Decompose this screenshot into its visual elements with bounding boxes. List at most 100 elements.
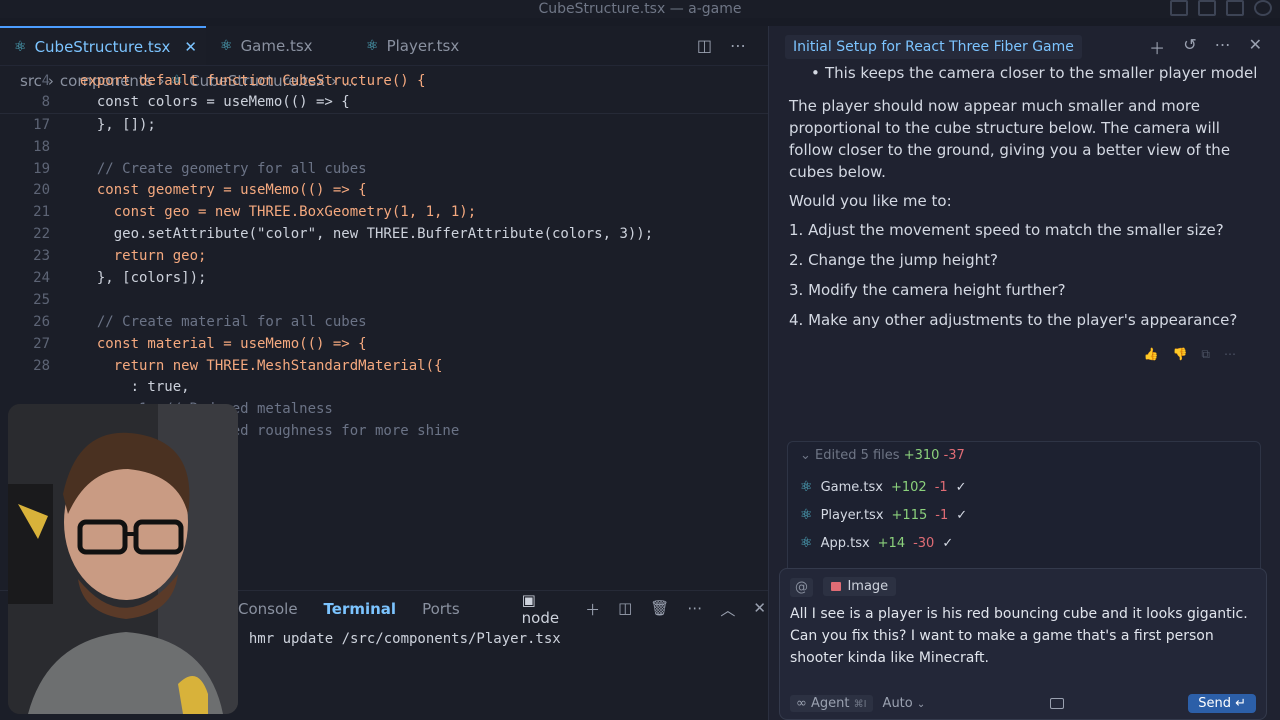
new-chat-icon[interactable]: ＋ — [1149, 35, 1165, 59]
check-icon: ✓ — [942, 535, 954, 551]
edited-files-header[interactable]: ⌄ Edited 5 files +310 -37 — [800, 448, 1248, 463]
file-name: Player.tsx — [820, 507, 884, 523]
context-row: @ Image — [790, 577, 1256, 597]
option-item: 1. Adjust the movement speed to match th… — [789, 221, 1224, 239]
ai-chat-panel: Initial Setup for React Three Fiber Game… — [768, 26, 1280, 720]
chat-header-actions: ＋ ↺ ⋯ ✕ — [1149, 35, 1280, 59]
send-button[interactable]: Send ↵ — [1188, 694, 1256, 713]
tab-player[interactable]: ⚛ Player.tsx — [352, 26, 498, 65]
editor-tabs: ⚛ CubeStructure.tsx ✕ ⚛ Game.tsx ⚛ Playe… — [0, 26, 768, 66]
chat-input-box[interactable]: @ Image All I see is a player is his red… — [779, 568, 1267, 720]
shell-label: node — [521, 609, 560, 627]
code-line: 20 const geometry = useMemo(() => { — [0, 179, 768, 201]
more-actions-icon[interactable]: ⋯ — [687, 599, 702, 620]
app-window: CubeStructure.tsx — a-game ⚛ CubeStructu… — [0, 0, 1280, 720]
edited-file-row[interactable]: ⚛ Player.tsx +115 -1 ✓ — [800, 501, 1248, 529]
tab-ports[interactable]: Ports — [422, 600, 460, 618]
check-icon: ✓ — [955, 479, 967, 495]
chat-title[interactable]: Initial Setup for React Three Fiber Game — [785, 35, 1082, 59]
lines-removed: -37 — [943, 448, 965, 463]
editor-actions: ◫ ⋯ — [697, 26, 768, 65]
model-select[interactable]: Auto ⌄ — [883, 696, 926, 711]
file-lines-added: +14 — [877, 535, 906, 551]
react-file-icon: ⚛ — [800, 479, 813, 495]
line-number: 19 — [33, 160, 50, 177]
assistant-message: This keeps the camera closer to the smal… — [769, 62, 1280, 365]
option-item: 2. Change the jump height? — [789, 251, 999, 269]
code-line: 21 const geo = new THREE.BoxGeometry(1, … — [0, 201, 768, 223]
code-line: 27 const material = useMemo(() => { — [0, 333, 768, 355]
new-terminal-icon[interactable]: ＋ — [585, 599, 600, 620]
copy-icon[interactable]: ⧉ — [1201, 343, 1210, 365]
tab-label: CubeStructure.tsx — [34, 37, 171, 56]
attachment-label: Image — [847, 579, 889, 594]
line-number: 21 — [33, 204, 50, 221]
webcam-overlay — [8, 404, 238, 714]
line-number: 28 — [33, 357, 50, 374]
tab-label: Game.tsx — [240, 36, 313, 55]
webcam-person-image — [8, 404, 238, 714]
model-label: Auto — [882, 696, 913, 711]
tab-cubestructure[interactable]: ⚛ CubeStructure.tsx ✕ — [0, 26, 206, 65]
tab-terminal[interactable]: Terminal — [324, 600, 397, 618]
code-line: : true, — [0, 376, 768, 398]
split-editor-icon[interactable]: ◫ — [697, 36, 712, 55]
more-actions-icon[interactable]: ⋯ — [1215, 35, 1231, 59]
split-terminal-icon[interactable]: ◫ — [618, 599, 632, 620]
terminal-shell-select[interactable]: ▣ node — [522, 591, 559, 627]
react-file-icon: ⚛ — [366, 37, 379, 54]
tab-label: Player.tsx — [386, 36, 460, 55]
close-icon[interactable]: ✕ — [1249, 35, 1262, 59]
toggle-secondary-sidebar-icon[interactable] — [1226, 0, 1244, 16]
mode-label: Agent — [810, 696, 850, 711]
option-item: 3. Modify the camera height further? — [789, 281, 1066, 299]
more-actions-icon[interactable]: ⋯ — [1224, 343, 1236, 365]
thumbs-up-icon[interactable]: 👍 — [1144, 343, 1159, 365]
send-label: Send — [1198, 696, 1231, 711]
edited-file-row[interactable]: ⚛ App.tsx +14 -30 ✓ — [800, 529, 1248, 557]
close-panel-icon[interactable]: ✕ — [753, 599, 766, 620]
react-file-icon: ⚛ — [800, 535, 813, 551]
code-line: 26 // Create material for all cubes — [0, 311, 768, 333]
toggle-panel-icon[interactable] — [1198, 0, 1216, 16]
maximize-panel-icon[interactable]: ︿ — [720, 599, 735, 620]
mode-select[interactable]: ∞ Agent ⌘I — [790, 695, 873, 712]
panel-actions: ＋ ◫ 🗑 ⋯ ︿ ✕ — [585, 599, 790, 620]
code-line: 22 geo.setAttribute("color", new THREE.B… — [0, 223, 768, 245]
message-feedback: 👍 👎 ⧉ ⋯ — [789, 343, 1260, 365]
history-icon[interactable]: ↺ — [1183, 35, 1196, 59]
chat-input-text[interactable]: All I see is a player is his red bouncin… — [790, 603, 1256, 669]
code-text: return new THREE.MeshStandardMaterial({ — [80, 357, 443, 374]
add-context-button[interactable]: @ — [790, 578, 813, 597]
settings-gear-icon[interactable] — [1254, 0, 1272, 16]
image-attachment-pill[interactable]: Image — [823, 577, 897, 596]
message-bullet: This keeps the camera closer to the smal… — [789, 62, 1260, 84]
edited-file-row[interactable]: ⚛ Game.tsx +102 -1 ✓ — [800, 473, 1248, 501]
code-line: 23 return geo; — [0, 245, 768, 267]
file-name: App.tsx — [820, 535, 870, 551]
layout-controls — [1170, 0, 1280, 16]
line-number: 17 — [33, 116, 50, 133]
file-lines-removed: -30 — [913, 535, 935, 551]
window-title: CubeStructure.tsx — a-game — [538, 1, 742, 17]
code-text: : true, — [80, 379, 190, 396]
line-number: 22 — [33, 226, 50, 243]
line-number: 25 — [33, 291, 50, 308]
code-line: 28 return new THREE.MeshStandardMaterial… — [0, 355, 768, 377]
sticky-line: 4 export default function CubeStructure(… — [0, 70, 768, 92]
thumbs-down-icon[interactable]: 👎 — [1172, 343, 1187, 365]
code-line: 17 }, []); — [0, 114, 768, 136]
line-number: 24 — [33, 269, 50, 286]
code-text: const geometry = useMemo(() => { — [80, 182, 367, 199]
code-text: return geo; — [80, 248, 207, 265]
close-tab-icon[interactable]: ✕ — [184, 38, 197, 56]
more-actions-icon[interactable]: ⋯ — [730, 36, 746, 55]
attach-image-icon[interactable] — [1049, 698, 1064, 709]
toggle-sidebar-icon[interactable] — [1170, 0, 1188, 16]
tab-game[interactable]: ⚛ Game.tsx — [206, 26, 352, 65]
edited-files-summary[interactable]: ⌄ Edited 5 files +310 -37 ⚛ Game.tsx +10… — [787, 441, 1261, 581]
trash-icon[interactable]: 🗑 — [650, 599, 669, 620]
line-number: 18 — [33, 138, 50, 155]
tab-console[interactable]: Console — [238, 600, 298, 618]
chevron-down-icon: ⌄ — [800, 448, 816, 463]
